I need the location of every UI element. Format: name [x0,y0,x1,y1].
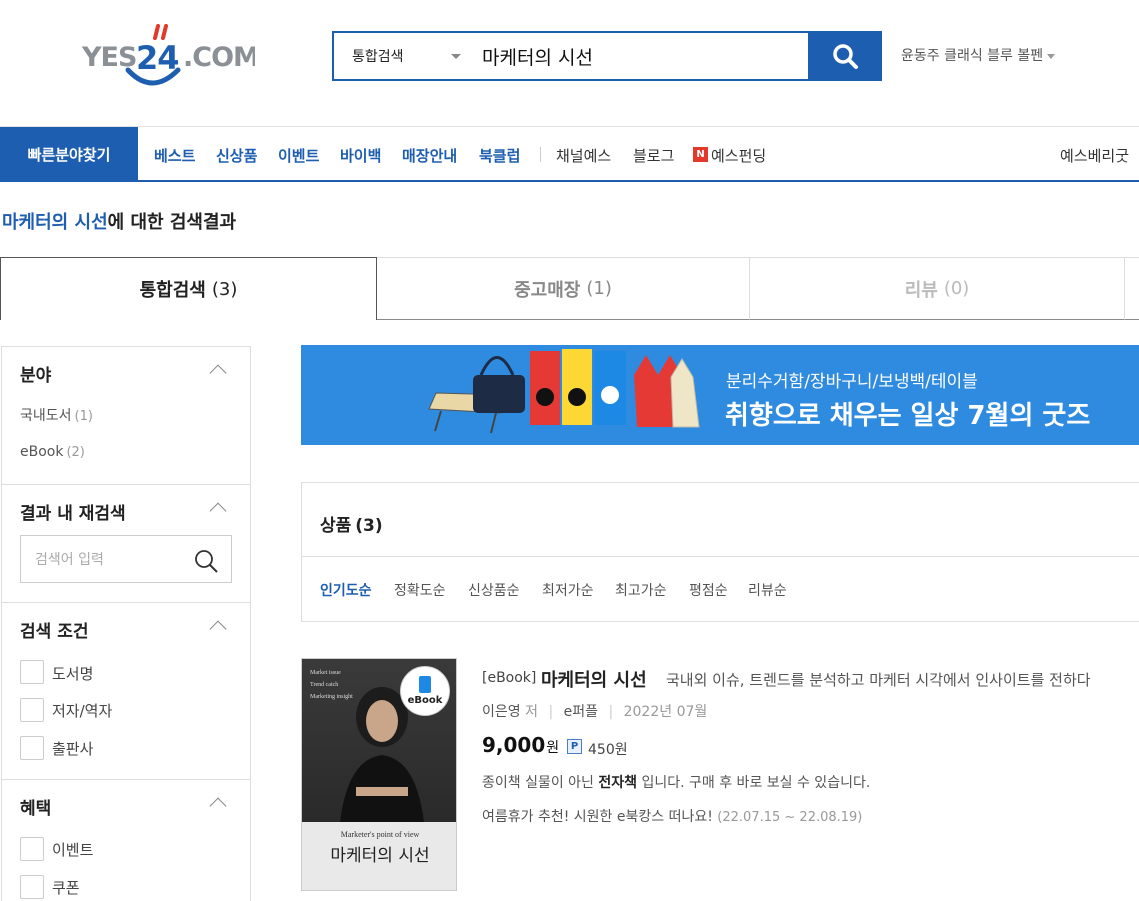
svg-text:24: 24 [136,39,179,77]
author-link[interactable]: 이은영 [482,704,521,720]
search-input[interactable] [466,33,808,79]
nav-channel[interactable]: 채널예스 [556,145,611,166]
ebook-badge-label: eBook [407,695,443,706]
tab-integrated[interactable]: 통합검색 (3) [0,257,377,320]
checkbox-event-label: 이벤트 [52,841,94,859]
cover-en-title: Marketer's point of view [340,830,420,839]
filter-sidebar: 분야 국내도서 (1) eBook (2) 결과 내 재검색 검색어 입력 검색 조… [1,346,251,901]
nav-new[interactable]: 신상품 [216,145,257,166]
funding-n-icon: N [693,147,708,162]
banner-subtitle: 분리수거함/장바구니/보냉백/테이블 [726,372,978,392]
filter-category-title: 분야 [20,366,52,386]
item-description: 국내외 이슈, 트렌드를 분석하고 마케터 시각에서 인사이트를 전하다 [666,671,1091,689]
checkbox-event[interactable] [20,837,44,861]
point-icon: P [567,739,582,754]
nav-store[interactable]: 매장안내 [402,145,457,166]
nav-blog[interactable]: 블로그 [633,145,674,166]
search-button[interactable] [808,31,882,81]
filter-refine-title: 결과 내 재검색 [20,504,126,524]
tab-used-store[interactable]: 중고매장 (1) [377,257,750,320]
nav-event[interactable]: 이벤트 [278,145,319,166]
sort-highest-price[interactable]: 최고가순 [615,580,667,600]
sort-reviews[interactable]: 리뷰순 [748,580,787,600]
sort-lowest-price[interactable]: 최저가순 [542,580,594,600]
cover-top-lines: Market issue Trend catch Marketing insig… [310,667,353,703]
chevron-up-icon[interactable] [209,502,227,520]
filter-refine: 결과 내 재검색 검색어 입력 [2,485,250,603]
nav-best[interactable]: 베스트 [154,145,195,166]
checkbox-author-label: 저자/역자 [52,702,113,720]
result-title: 마케터의 시선에 대한 검색결과 [2,208,236,234]
search-category-select[interactable]: 통합검색 [334,33,466,79]
cover-kr-title: 마케터의 시선 [330,846,429,866]
tab-filler [1125,257,1139,320]
chevron-up-icon[interactable] [209,364,227,382]
chevron-up-icon[interactable] [209,620,227,638]
filter-category: 분야 국내도서 (1) eBook (2) [2,347,250,485]
result-suffix: 에 대한 검색결과 [107,212,237,233]
svg-text:.COM: .COM [183,42,255,73]
ebook-badge: eBook [400,666,450,716]
caret-down-icon [1047,53,1056,59]
main-nav: 빠른분야찾기 베스트 신상품 이벤트 바이백 매장안내 북클럽 채널예스 블로그… [0,126,1139,182]
item-point: 450원 [588,742,628,758]
sort-popular[interactable]: 인기도순 [320,580,372,600]
caret-down-icon [451,54,461,59]
checkbox-coupon-label: 쿠폰 [52,879,80,897]
checkbox-publisher[interactable] [20,736,44,760]
filter-conditions-title: 검색 조건 [20,622,89,642]
ebook-note: 종이책 실물이 아닌 전자책 입니다. 구매 후 바로 보실 수 있습니다. [482,775,871,791]
product-title: 상품 (3) [320,516,383,536]
filter-ebook[interactable]: eBook (2) [20,444,85,460]
item-price: 9,000원 [482,733,560,757]
publisher-link[interactable]: e퍼플 [564,704,598,720]
search-icon [833,44,858,69]
cover-line: Trend catch [310,682,339,688]
nav-bookclub[interactable]: 북클럽 [479,145,520,166]
checkbox-title-label: 도서명 [52,665,94,683]
search-category-label: 통합검색 [352,49,404,65]
sort-newest[interactable]: 신상품순 [468,580,520,600]
book-cover[interactable]: 마케터의 시선 Market issue Trend catch Marketi… [301,658,457,891]
nav-verygood[interactable]: 예스베리굿 [1060,145,1129,166]
event-link[interactable]: 여름휴가 추천! 시원한 e북캉스 떠나요! (22.07.15 ~ 22.08… [482,806,862,826]
cover-line: Marketing insight [310,694,353,700]
filter-conditions: 검색 조건 도서명 저자/역자 출판사 [2,603,250,780]
result-keyword: 마케터의 시선 [2,212,108,233]
goods-banner[interactable]: 분리수거함/장바구니/보냉백/테이블 취향으로 채우는 일상 7월의 굿즈 [301,345,1139,445]
item-title-link[interactable]: 마케터의 시선 [541,666,647,692]
filter-domestic-books[interactable]: 국내도서 (1) [20,405,93,425]
checkbox-publisher-label: 출판사 [52,740,94,758]
nav-divider [540,147,541,162]
tab-review[interactable]: 리뷰 (0) [750,257,1125,320]
item-type: [eBook] [482,670,537,686]
checkbox-author[interactable] [20,698,44,722]
banner-goods-illustration [428,349,700,434]
search-box: 통합검색 [332,31,882,81]
nav-buyback[interactable]: 바이백 [340,145,381,166]
sort-accuracy[interactable]: 정확도순 [394,580,446,600]
banner-title: 취향으로 채우는 일상 7월의 굿즈 [725,401,1091,431]
product-header: 상품 (3) [302,483,1139,557]
filter-benefits: 혜택 이벤트 쿠폰 [2,780,250,901]
item-meta: 이은영 저 | e퍼플 | 2022년 07월 [482,704,708,720]
filter-benefits-title: 혜택 [20,799,52,819]
yes24-logo[interactable]: YES 24 .COM [80,24,260,90]
author-role: 저 [525,704,538,720]
checkbox-coupon[interactable] [20,875,44,899]
publish-date: 2022년 07월 [623,704,708,720]
checkbox-title[interactable] [20,660,44,684]
refine-search-input[interactable]: 검색어 입력 [20,535,232,583]
phone-icon [419,676,431,693]
chevron-up-icon[interactable] [209,797,227,815]
sort-rating[interactable]: 평점순 [689,580,728,600]
quick-category-button[interactable]: 빠른분야찾기 [0,127,138,181]
product-panel: 상품 (3) 인기도순 정확도순 신상품순 최저가순 최고가순 평점순 리뷰순 [301,482,1139,622]
search-icon[interactable] [193,548,219,574]
promo-link[interactable]: 윤동주 클래식 블루 볼펜 [901,45,1056,65]
nav-funding[interactable]: 예스펀딩 [711,145,766,166]
cover-line: Market issue [310,670,341,676]
